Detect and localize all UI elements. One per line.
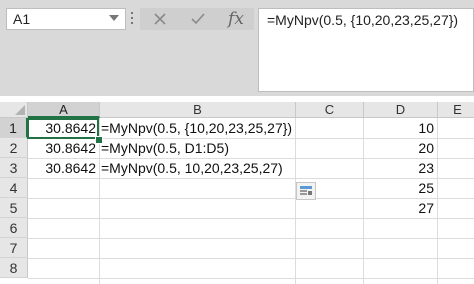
column-header-e[interactable]: E <box>438 102 474 118</box>
row-header-1[interactable]: 1 <box>0 118 28 138</box>
cell-d1[interactable]: 10 <box>364 118 434 138</box>
column-header-a[interactable]: A <box>28 102 100 118</box>
drag-handle-icon[interactable] <box>130 12 134 26</box>
cancel-x-icon[interactable] <box>144 8 176 30</box>
active-cell-border <box>27 118 99 139</box>
cell-d4[interactable]: 25 <box>364 178 434 198</box>
insert-function-button[interactable]: fx <box>220 8 252 30</box>
fill-handle[interactable] <box>95 136 103 144</box>
cell-a3[interactable]: 30.8642 <box>28 158 96 178</box>
select-all-button[interactable] <box>0 102 28 118</box>
cell-b3[interactable]: =MyNpv(0.5, 10,20,23,25,27) <box>101 158 291 178</box>
spreadsheet-grid: A B C D E 1 2 3 4 5 6 7 8 30.8642 =MyNpv… <box>0 96 474 284</box>
formula-bar-area: A1 fx =MyNpv(0.5, {10,20,23,25,27}) <box>0 0 474 96</box>
gridline <box>28 238 474 239</box>
formula-text: =MyNpv(0.5, {10,20,23,25,27}) <box>267 12 459 28</box>
name-box[interactable]: A1 <box>6 8 126 30</box>
gridline <box>437 118 438 284</box>
chevron-down-icon[interactable] <box>109 15 119 21</box>
checkmark-icon[interactable] <box>182 8 214 30</box>
row-header-8[interactable]: 8 <box>0 258 28 278</box>
row-header-4[interactable]: 4 <box>0 178 28 198</box>
row-header-7[interactable]: 7 <box>0 238 28 258</box>
gridline <box>28 278 474 279</box>
name-box-value: A1 <box>13 11 31 27</box>
quick-analysis-button[interactable] <box>296 182 316 200</box>
column-header-d[interactable]: D <box>364 102 438 118</box>
row-header-5[interactable]: 5 <box>0 198 28 218</box>
row-header-3[interactable]: 3 <box>0 158 28 178</box>
select-all-triangle-icon <box>15 105 25 115</box>
row-header-2[interactable]: 2 <box>0 138 28 158</box>
cell-d3[interactable]: 23 <box>364 158 434 178</box>
column-header-c[interactable]: C <box>296 102 364 118</box>
gridline <box>28 218 474 219</box>
cell-b1[interactable]: =MyNpv(0.5, {10,20,23,25,27}) <box>101 118 361 138</box>
cell-a2[interactable]: 30.8642 <box>28 138 96 158</box>
gridline <box>295 118 296 284</box>
cell-b2[interactable]: =MyNpv(0.5, D1:D5) <box>101 138 291 158</box>
cell-d2[interactable]: 20 <box>364 138 434 158</box>
cell-d5[interactable]: 27 <box>364 198 434 218</box>
row-header-6[interactable]: 6 <box>0 218 28 238</box>
quick-analysis-icon <box>300 186 312 196</box>
formula-input[interactable]: =MyNpv(0.5, {10,20,23,25,27}) <box>258 8 474 92</box>
column-header-b[interactable]: B <box>100 102 296 118</box>
gridline <box>28 258 474 259</box>
